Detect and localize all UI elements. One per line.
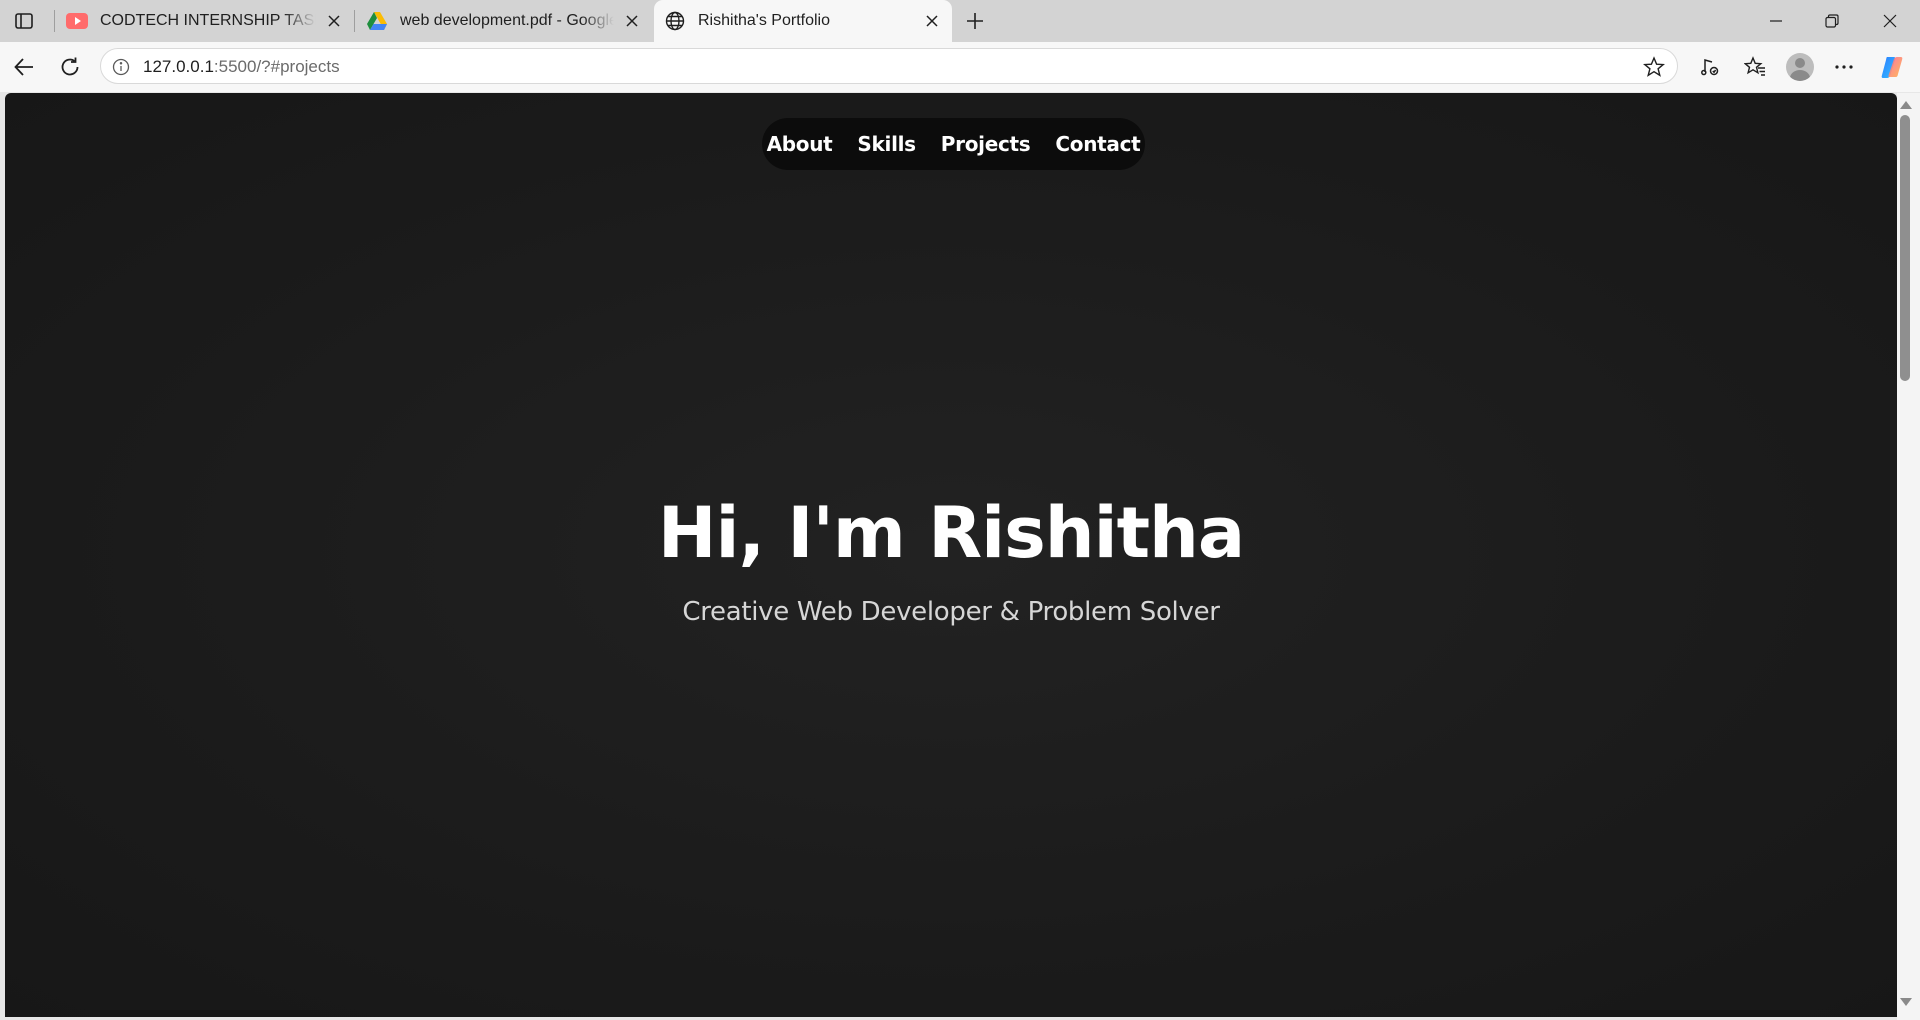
close-icon[interactable]	[622, 11, 642, 31]
site-info-icon[interactable]	[109, 55, 133, 79]
tab-actions-button[interactable]	[10, 8, 38, 34]
media-control-button[interactable]	[1694, 51, 1726, 83]
minimize-icon	[1770, 20, 1782, 22]
scroll-up-arrow-icon[interactable]	[1900, 101, 1912, 109]
page-viewport: About Skills Projects Contact Hi, I'm Ri…	[5, 93, 1897, 1017]
more-horizontal-icon	[1835, 65, 1853, 69]
close-window-button[interactable]	[1862, 0, 1918, 42]
tab-actions-icon	[15, 13, 33, 29]
scrollbar-thumb[interactable]	[1900, 115, 1910, 381]
minimize-button[interactable]	[1748, 0, 1804, 42]
back-button[interactable]	[8, 51, 40, 83]
tab-separator	[54, 10, 55, 32]
globe-icon	[664, 10, 686, 32]
nav-link-projects[interactable]: Projects	[941, 132, 1031, 156]
tab-web-development-pdf[interactable]: web development.pdf - Google D	[356, 0, 652, 42]
tab-codtech[interactable]: CODTECH INTERNSHIP TASKS GU	[56, 0, 354, 42]
favorites-icon	[1744, 56, 1765, 76]
hero-title: Hi, I'm Rishitha	[657, 492, 1245, 574]
new-tab-button[interactable]	[960, 6, 990, 36]
restore-icon	[1825, 14, 1839, 28]
nav-link-about[interactable]: About	[767, 132, 833, 156]
profile-avatar[interactable]	[1786, 53, 1814, 81]
settings-more-button[interactable]	[1828, 51, 1860, 83]
copilot-icon	[1881, 57, 1903, 78]
close-icon[interactable]	[922, 11, 942, 31]
music-note-icon	[1701, 59, 1719, 76]
close-icon	[1883, 14, 1897, 28]
nav-link-skills[interactable]: Skills	[857, 132, 916, 156]
site-navbar: About Skills Projects Contact	[762, 118, 1145, 170]
google-drive-icon	[366, 10, 388, 32]
url-path: :5500/?#projects	[213, 57, 340, 76]
tab-strip: CODTECH INTERNSHIP TASKS GU web developm…	[0, 0, 1920, 42]
tab-title: CODTECH INTERNSHIP TASKS GU	[100, 12, 316, 29]
refresh-icon	[61, 57, 79, 76]
restore-button[interactable]	[1804, 0, 1860, 42]
scroll-down-arrow-icon[interactable]	[1900, 998, 1912, 1006]
plus-icon	[967, 13, 983, 29]
close-icon[interactable]	[324, 11, 344, 31]
back-arrow-icon	[14, 58, 33, 76]
browser-toolbar: 127.0.0.1:5500/?#projects	[0, 42, 1920, 92]
url-text[interactable]: 127.0.0.1:5500/?#projects	[143, 57, 340, 77]
tab-separator	[354, 10, 355, 32]
tab-title: web development.pdf - Google D	[400, 12, 614, 29]
tab-title: Rishitha's Portfolio	[698, 12, 830, 29]
copilot-button[interactable]	[1876, 51, 1908, 83]
tab-rishithas-portfolio[interactable]: Rishitha's Portfolio	[654, 0, 952, 42]
url-host: 127.0.0.1	[143, 57, 214, 76]
nav-link-contact[interactable]: Contact	[1055, 132, 1140, 156]
refresh-button[interactable]	[54, 51, 86, 83]
address-bar[interactable]: 127.0.0.1:5500/?#projects	[100, 48, 1678, 84]
favorite-star-icon[interactable]	[1641, 54, 1667, 80]
youtube-icon	[66, 10, 88, 32]
favorites-button[interactable]	[1739, 51, 1771, 83]
hero-subtitle: Creative Web Developer & Problem Solver	[682, 597, 1220, 627]
